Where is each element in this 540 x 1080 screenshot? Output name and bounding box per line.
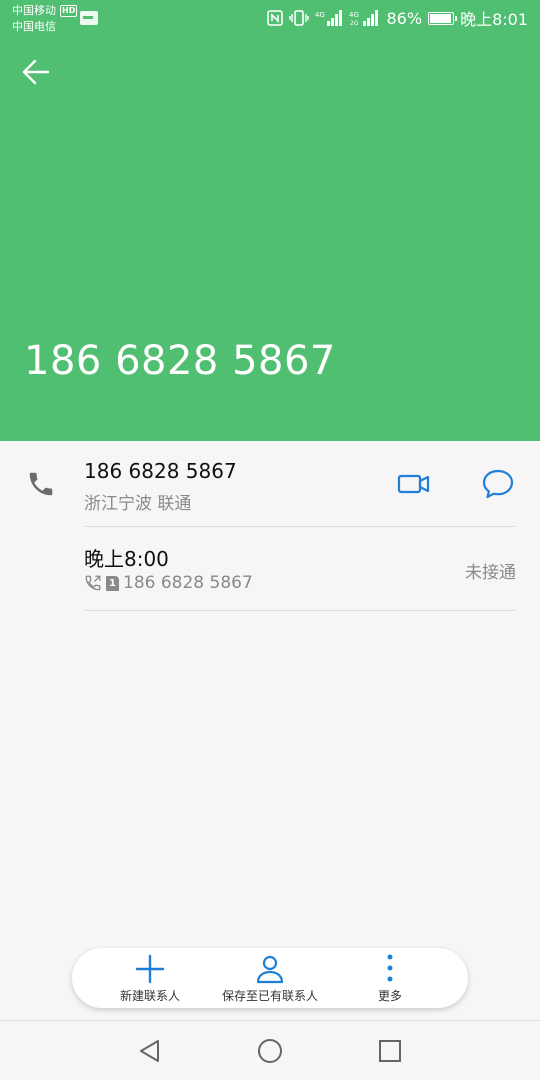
plus-icon — [135, 954, 165, 984]
save-existing-contact-button[interactable]: 保存至已有联系人 — [212, 948, 328, 1008]
battery-icon — [428, 11, 458, 25]
signal-4g-secondary-icon: 4G 2G — [349, 10, 378, 27]
phone-icon[interactable] — [26, 469, 56, 499]
svg-text:4G: 4G — [315, 11, 325, 19]
new-contact-button[interactable]: 新建联系人 — [110, 948, 190, 1008]
nfc-icon — [266, 10, 283, 26]
save-existing-label: 保存至已有联系人 — [221, 989, 318, 1003]
svg-text:2G: 2G — [350, 20, 359, 27]
phone-number: 186 6828 5867 — [84, 459, 237, 483]
nav-recents-icon[interactable] — [376, 1037, 404, 1065]
number-detail-row[interactable]: 186 6828 5867 浙江宁波 联通 — [0, 441, 540, 527]
phone-location: 浙江宁波 联通 — [84, 494, 192, 514]
more-button[interactable]: 更多 — [360, 948, 420, 1008]
video-camera-icon[interactable] — [396, 469, 432, 499]
nav-back-icon[interactable] — [136, 1037, 164, 1065]
call-time: 晚上8:00 — [84, 547, 169, 571]
call-number: 186 6828 5867 — [123, 573, 253, 593]
status-icons: 4G 4G 2G 86% 晚上8:01 — [266, 6, 528, 30]
hd-badge: HD — [60, 5, 78, 17]
call-subline: 1 186 6828 5867 — [84, 573, 253, 593]
call-status: 未接通 — [465, 563, 516, 583]
carrier1-label: 中国移动 — [12, 4, 56, 17]
bottom-action-bar: 新建联系人 保存至已有联系人 更多 — [72, 948, 468, 1008]
system-nav-bar — [0, 1020, 540, 1080]
header-phone-number: 186 6828 5867 — [24, 338, 336, 384]
carrier2-label: 中国电信 — [12, 20, 56, 33]
clock: 晚上8:01 — [460, 10, 528, 29]
chat-bubble-icon[interactable] — [480, 467, 516, 501]
more-label: 更多 — [377, 989, 402, 1003]
sim-card-icon — [80, 11, 98, 25]
more-vertical-icon — [387, 954, 393, 982]
battery-percent: 86% — [386, 8, 423, 28]
header: 中国移动 HD 中国电信 4G 4G 2G 86% 晚上8:01 186 682… — [0, 0, 540, 441]
status-bar: 中国移动 HD 中国电信 4G 4G 2G 86% 晚上8:01 — [0, 0, 540, 38]
call-log-row[interactable]: 晚上8:00 1 186 6828 5867 未接通 — [0, 527, 540, 611]
person-icon — [256, 955, 284, 984]
svg-text:4G: 4G — [349, 11, 359, 19]
carrier-info: 中国移动 HD 中国电信 — [12, 3, 78, 35]
new-contact-label: 新建联系人 — [119, 989, 180, 1003]
divider — [84, 610, 516, 611]
back-arrow-icon[interactable] — [18, 54, 54, 90]
nav-home-icon[interactable] — [256, 1037, 284, 1065]
outgoing-call-icon — [85, 575, 101, 591]
sim1-badge: 1 — [106, 575, 119, 591]
signal-4g-icon: 4G — [315, 10, 342, 26]
vibrate-icon — [288, 10, 309, 26]
